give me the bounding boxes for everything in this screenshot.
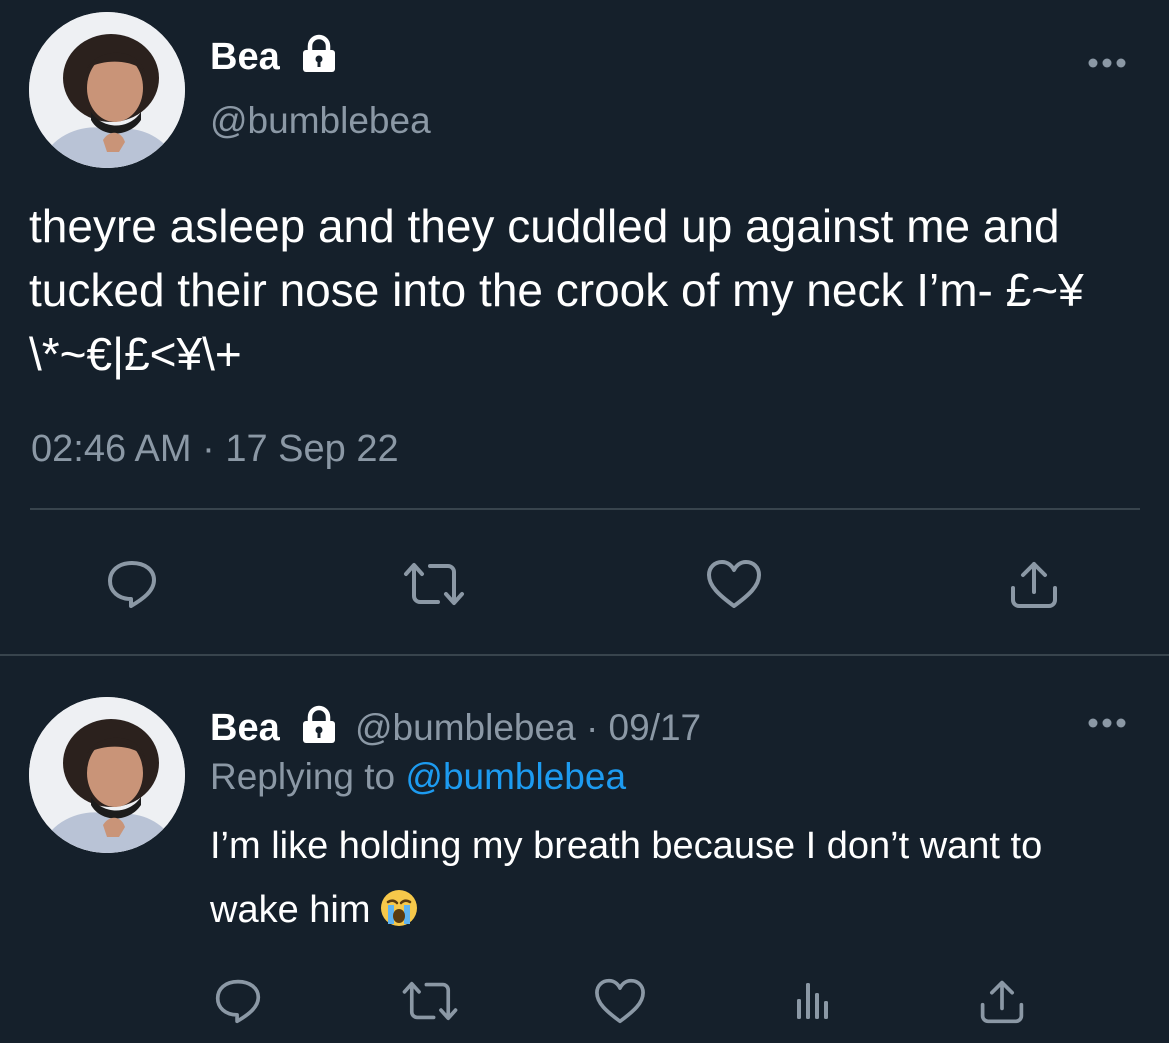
replying-to-mention[interactable]: @bumblebea: [405, 756, 626, 797]
like-button[interactable]: [704, 554, 764, 614]
retweet-icon: [402, 981, 458, 1021]
share-icon: [980, 980, 1024, 1024]
tweet-time: 02:46 AM: [31, 428, 192, 470]
replying-to: Replying to @bumblebea: [210, 756, 626, 798]
analytics-icon: [797, 983, 828, 1019]
share-button[interactable]: [1004, 554, 1064, 614]
analytics-button[interactable]: [785, 973, 841, 1029]
reply-button[interactable]: [102, 554, 162, 614]
avatar-image: [29, 697, 185, 853]
reply-display-name[interactable]: Bea: [210, 707, 280, 750]
like-button[interactable]: [592, 973, 648, 1029]
avatar-image: [29, 12, 185, 168]
loudly-crying-face-emoji: [379, 884, 419, 948]
reply-meta: @bumblebea · 09/17: [355, 707, 701, 749]
retweet-icon: [404, 563, 464, 605]
more-options-icon[interactable]: [1087, 56, 1127, 70]
tweet-detail-page: Bea @bumblebea theyre asleep and they cu…: [0, 0, 1169, 1043]
retweet-button[interactable]: [397, 973, 463, 1029]
lock-icon: [303, 705, 335, 743]
tweet-text: theyre asleep and they cuddled up agains…: [29, 200, 1084, 380]
reply-button[interactable]: [210, 973, 266, 1029]
reply-date[interactable]: 09/17: [609, 707, 702, 748]
reply-handle[interactable]: @bumblebea: [355, 707, 576, 748]
avatar[interactable]: [29, 12, 185, 168]
reply-icon: [108, 561, 156, 608]
heart-icon: [707, 560, 761, 608]
replying-to-label: Replying to: [210, 756, 396, 797]
retweet-button[interactable]: [398, 554, 470, 614]
reply-text: I’m like holding my breath because I don…: [210, 814, 1110, 948]
timestamp-separator: ·: [202, 428, 215, 470]
section-divider: [0, 654, 1169, 656]
tweet-timestamp[interactable]: 02:46 AM · 17 Sep 22: [31, 428, 399, 471]
display-name[interactable]: Bea: [210, 36, 280, 79]
heart-icon: [595, 978, 645, 1024]
reply-icon: [215, 979, 261, 1024]
meta-separator: ·: [585, 707, 599, 748]
tweet-date: 17 Sep 22: [225, 428, 399, 470]
handle[interactable]: @bumblebea: [210, 100, 431, 142]
reply-avatar[interactable]: [29, 697, 185, 853]
divider: [30, 508, 1140, 510]
share-button[interactable]: [974, 973, 1030, 1029]
reply-text-body: I’m like holding my breath because I don…: [210, 825, 1043, 931]
share-icon: [1011, 562, 1057, 608]
lock-icon: [303, 34, 335, 72]
more-options-icon[interactable]: [1087, 716, 1127, 730]
